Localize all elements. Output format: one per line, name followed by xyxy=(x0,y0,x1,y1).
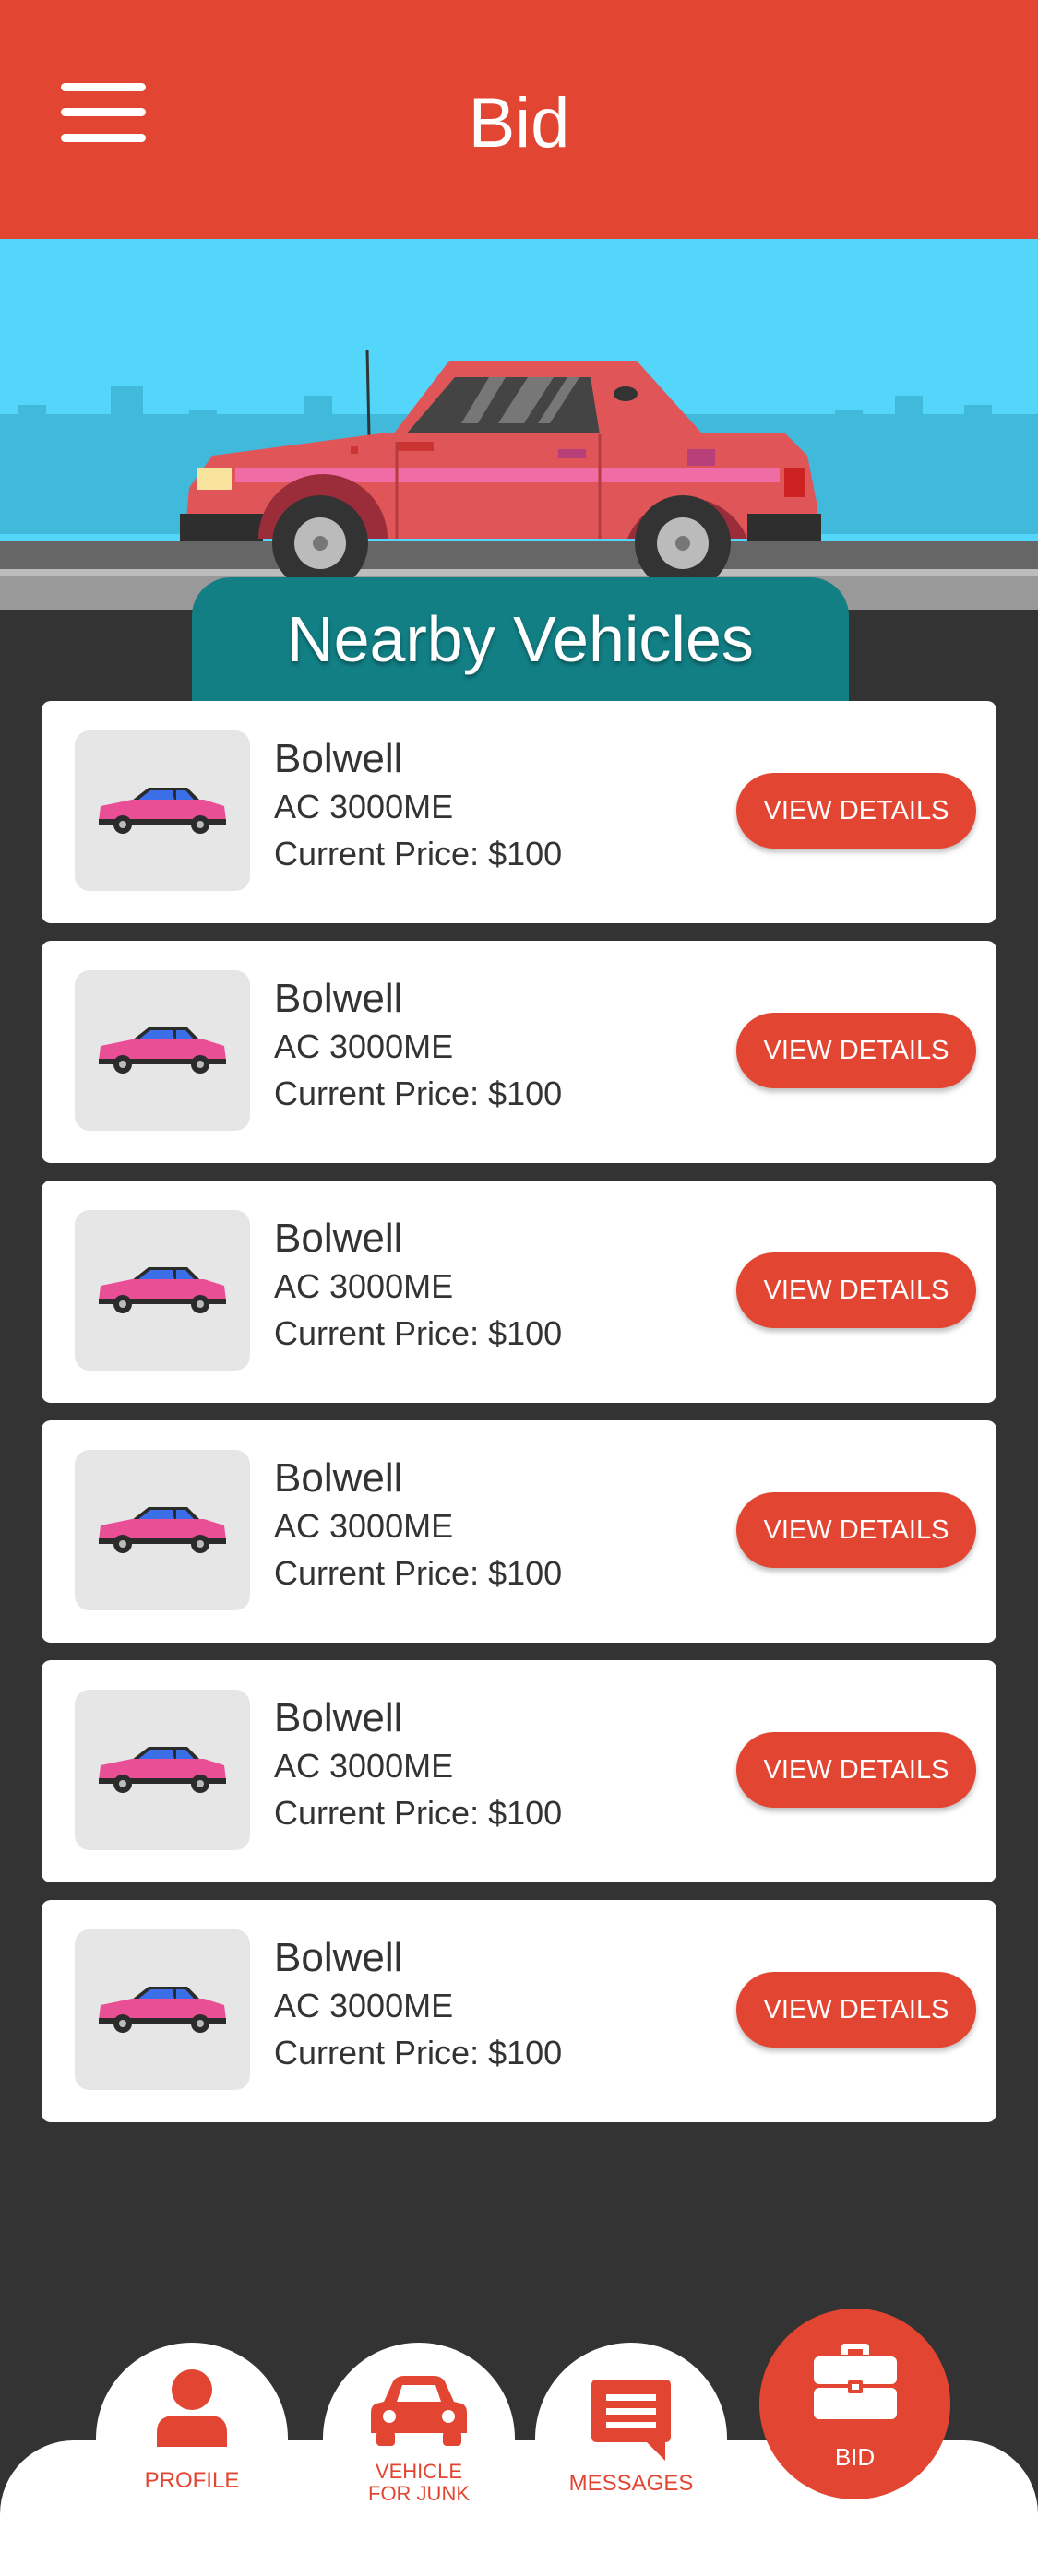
vehicle-price: Current Price: $100 xyxy=(274,1794,563,1832)
vehicle-thumbnail xyxy=(75,1210,250,1371)
view-details-button[interactable]: VIEW DETAILS xyxy=(736,1492,976,1568)
list-item[interactable]: Bolwell AC 3000ME Current Price: $100 VI… xyxy=(42,941,996,1163)
car-icon xyxy=(323,2374,515,2452)
vehicle-make: Bolwell xyxy=(274,736,403,781)
car-icon xyxy=(99,788,226,834)
list-item[interactable]: Bolwell AC 3000ME Current Price: $100 VI… xyxy=(42,1660,996,1882)
vehicle-make: Bolwell xyxy=(274,1935,403,1980)
car-icon xyxy=(99,1747,226,1793)
nav-vehicle-for-junk[interactable]: VEHICLE FOR JUNK xyxy=(323,2343,515,2576)
vehicle-price: Current Price: $100 xyxy=(274,1314,563,1352)
chat-icon xyxy=(535,2380,727,2465)
vehicle-make: Bolwell xyxy=(274,976,403,1021)
list-item[interactable]: Bolwell AC 3000ME Current Price: $100 VI… xyxy=(42,1900,996,2122)
vehicle-model: AC 3000ME xyxy=(274,1747,454,1785)
briefcase-icon xyxy=(759,2344,950,2424)
page-title: Bid xyxy=(468,84,570,162)
vehicle-thumbnail xyxy=(75,970,250,1131)
app-header: Bid xyxy=(0,0,1038,239)
nav-messages-label: MESSAGES xyxy=(568,2471,694,2496)
nav-profile[interactable]: PROFILE xyxy=(96,2343,288,2576)
car-icon xyxy=(99,1987,226,2033)
view-details-button[interactable]: VIEW DETAILS xyxy=(736,1252,976,1328)
view-details-button[interactable]: VIEW DETAILS xyxy=(736,1013,976,1088)
person-icon xyxy=(96,2368,288,2451)
app-screen: Bid Nearby Vehicles Bolwell AC 3000ME Cu… xyxy=(0,0,1038,2576)
list-item[interactable]: Bolwell AC 3000ME Current Price: $100 VI… xyxy=(42,1181,996,1403)
section-heading: Nearby Vehicles xyxy=(287,603,754,675)
car-icon xyxy=(99,1267,226,1313)
car-icon xyxy=(99,1027,226,1074)
nav-profile-label: PROFILE xyxy=(144,2468,240,2493)
vehicle-price: Current Price: $100 xyxy=(274,1074,563,1112)
vehicle-model: AC 3000ME xyxy=(274,1507,454,1545)
vehicle-thumbnail xyxy=(75,1450,250,1610)
list-item[interactable]: Bolwell AC 3000ME Current Price: $100 VI… xyxy=(42,701,996,923)
vehicle-price: Current Price: $100 xyxy=(274,2034,563,2071)
vehicle-thumbnail xyxy=(75,1929,250,2090)
view-details-button[interactable]: VIEW DETAILS xyxy=(736,1732,976,1808)
nav-bid-label: BID xyxy=(834,2443,876,2471)
nav-messages[interactable]: MESSAGES xyxy=(535,2343,727,2576)
vehicle-thumbnail xyxy=(75,730,250,891)
view-details-button[interactable]: VIEW DETAILS xyxy=(736,1972,976,2048)
vehicle-model: AC 3000ME xyxy=(274,1987,454,2024)
vehicle-list: Bolwell AC 3000ME Current Price: $100 VI… xyxy=(42,701,996,2140)
list-item[interactable]: Bolwell AC 3000ME Current Price: $100 VI… xyxy=(42,1420,996,1643)
vehicle-make: Bolwell xyxy=(274,1216,403,1261)
nav-vehicle-label-line1: VEHICLE xyxy=(375,2460,463,2483)
vehicle-thumbnail xyxy=(75,1690,250,1850)
view-details-button[interactable]: VIEW DETAILS xyxy=(736,773,976,849)
car-icon xyxy=(99,1507,226,1553)
vehicle-model: AC 3000ME xyxy=(274,1027,454,1065)
vehicle-price: Current Price: $100 xyxy=(274,1554,563,1592)
vehicle-model: AC 3000ME xyxy=(274,788,454,825)
vehicle-make: Bolwell xyxy=(274,1455,403,1501)
nav-bid-button[interactable]: BID xyxy=(759,2309,950,2499)
vehicle-make: Bolwell xyxy=(274,1695,403,1740)
nav-vehicle-label-line2: FOR JUNK xyxy=(368,2482,470,2505)
vehicle-price: Current Price: $100 xyxy=(274,835,563,873)
vehicle-model: AC 3000ME xyxy=(274,1267,454,1305)
